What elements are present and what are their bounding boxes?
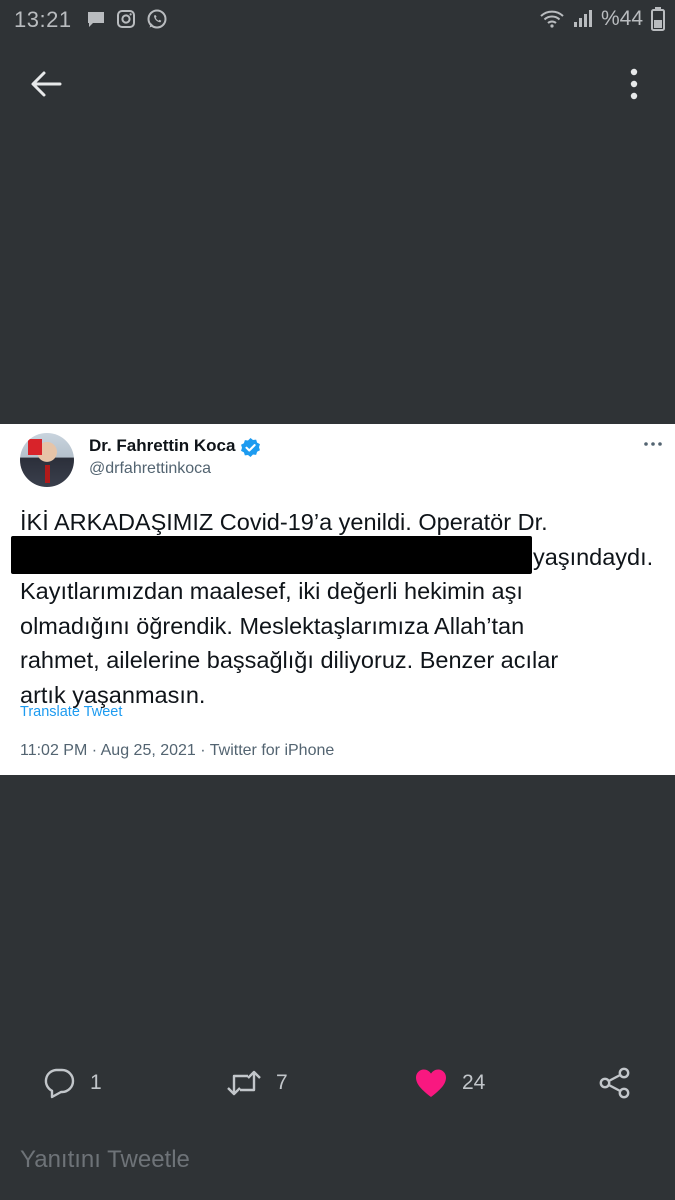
tweet-more-icon [643,434,665,454]
reply-button[interactable]: 1 [42,1060,102,1106]
arrow-left-icon [30,70,62,103]
like-button[interactable]: 24 [414,1060,485,1106]
instagram-icon [116,9,136,29]
tweet-text-line: İKİ ARKADAŞIMIZ Covid-19’a yenildi. Oper… [20,509,548,535]
handle: @drfahrettinkoca [89,460,212,477]
verified-badge-icon [240,437,261,463]
whatsapp-icon [146,8,168,30]
more-vertical-icon [630,68,638,105]
redaction-bar [11,536,532,574]
translate-tweet-link: Translate Tweet [20,704,123,720]
tweet-text-line: rahmet, ailelerine başsağlığı diliyoruz.… [20,647,559,673]
more-options-button[interactable] [619,66,649,106]
battery-icon [651,7,665,31]
notification-icons [86,8,168,30]
status-time: 13:21 [14,7,72,32]
tweet-text-line: Kayıtlarımızdan maalesef, iki değerli he… [20,578,523,604]
heart-icon [414,1067,448,1099]
share-icon [598,1066,632,1100]
reply-composer[interactable]: Yanıtını Tweetle [0,1140,675,1200]
reply-count: 1 [90,1071,102,1094]
system-icons: %44 [539,7,665,31]
wifi-icon [539,9,565,29]
reply-icon [42,1067,76,1099]
tweet-timestamp: 11:02 PM · Aug 25, 2021 · Twitter for iP… [20,742,335,759]
avatar [20,433,74,487]
signal-icon [573,9,593,29]
message-icon [86,9,106,29]
back-button[interactable] [26,66,66,106]
retweet-icon [226,1068,262,1098]
reply-placeholder: Yanıtını Tweetle [20,1146,190,1173]
battery-percent: %44 [600,7,643,30]
status-bar: 13:21 %44 [0,0,675,40]
retweet-count: 7 [276,1071,288,1094]
tweet-text-line: olmadığını öğrendik. Meslektaşlarımıza A… [20,612,525,639]
action-bar: 1 7 24 [0,1060,675,1106]
retweet-button[interactable]: 7 [226,1060,288,1106]
share-button[interactable] [598,1060,632,1106]
display-name: Dr. Fahrettin Koca [89,436,236,455]
like-count: 24 [462,1071,486,1094]
